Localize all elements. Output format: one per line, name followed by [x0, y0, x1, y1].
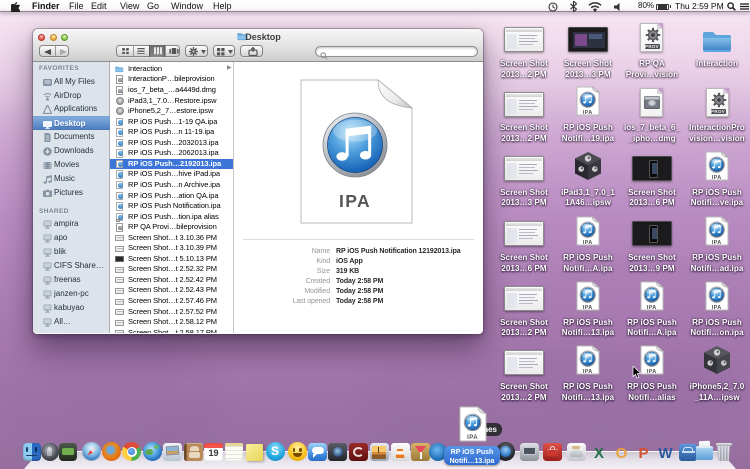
svg-text:IPA: IPA: [583, 240, 593, 246]
svg-text:IPA: IPA: [712, 305, 722, 311]
svg-text:IPA: IPA: [647, 369, 657, 375]
svg-text:IPA: IPA: [712, 240, 722, 246]
svg-text:IPA: IPA: [583, 110, 593, 116]
svg-text:IPA: IPA: [583, 369, 593, 375]
svg-text:IPA: IPA: [339, 191, 371, 211]
svg-text:IPA: IPA: [647, 305, 657, 311]
svg-text:IPA: IPA: [583, 305, 593, 311]
svg-text:IPA: IPA: [712, 175, 722, 181]
svg-text:IPA: IPA: [467, 435, 478, 441]
